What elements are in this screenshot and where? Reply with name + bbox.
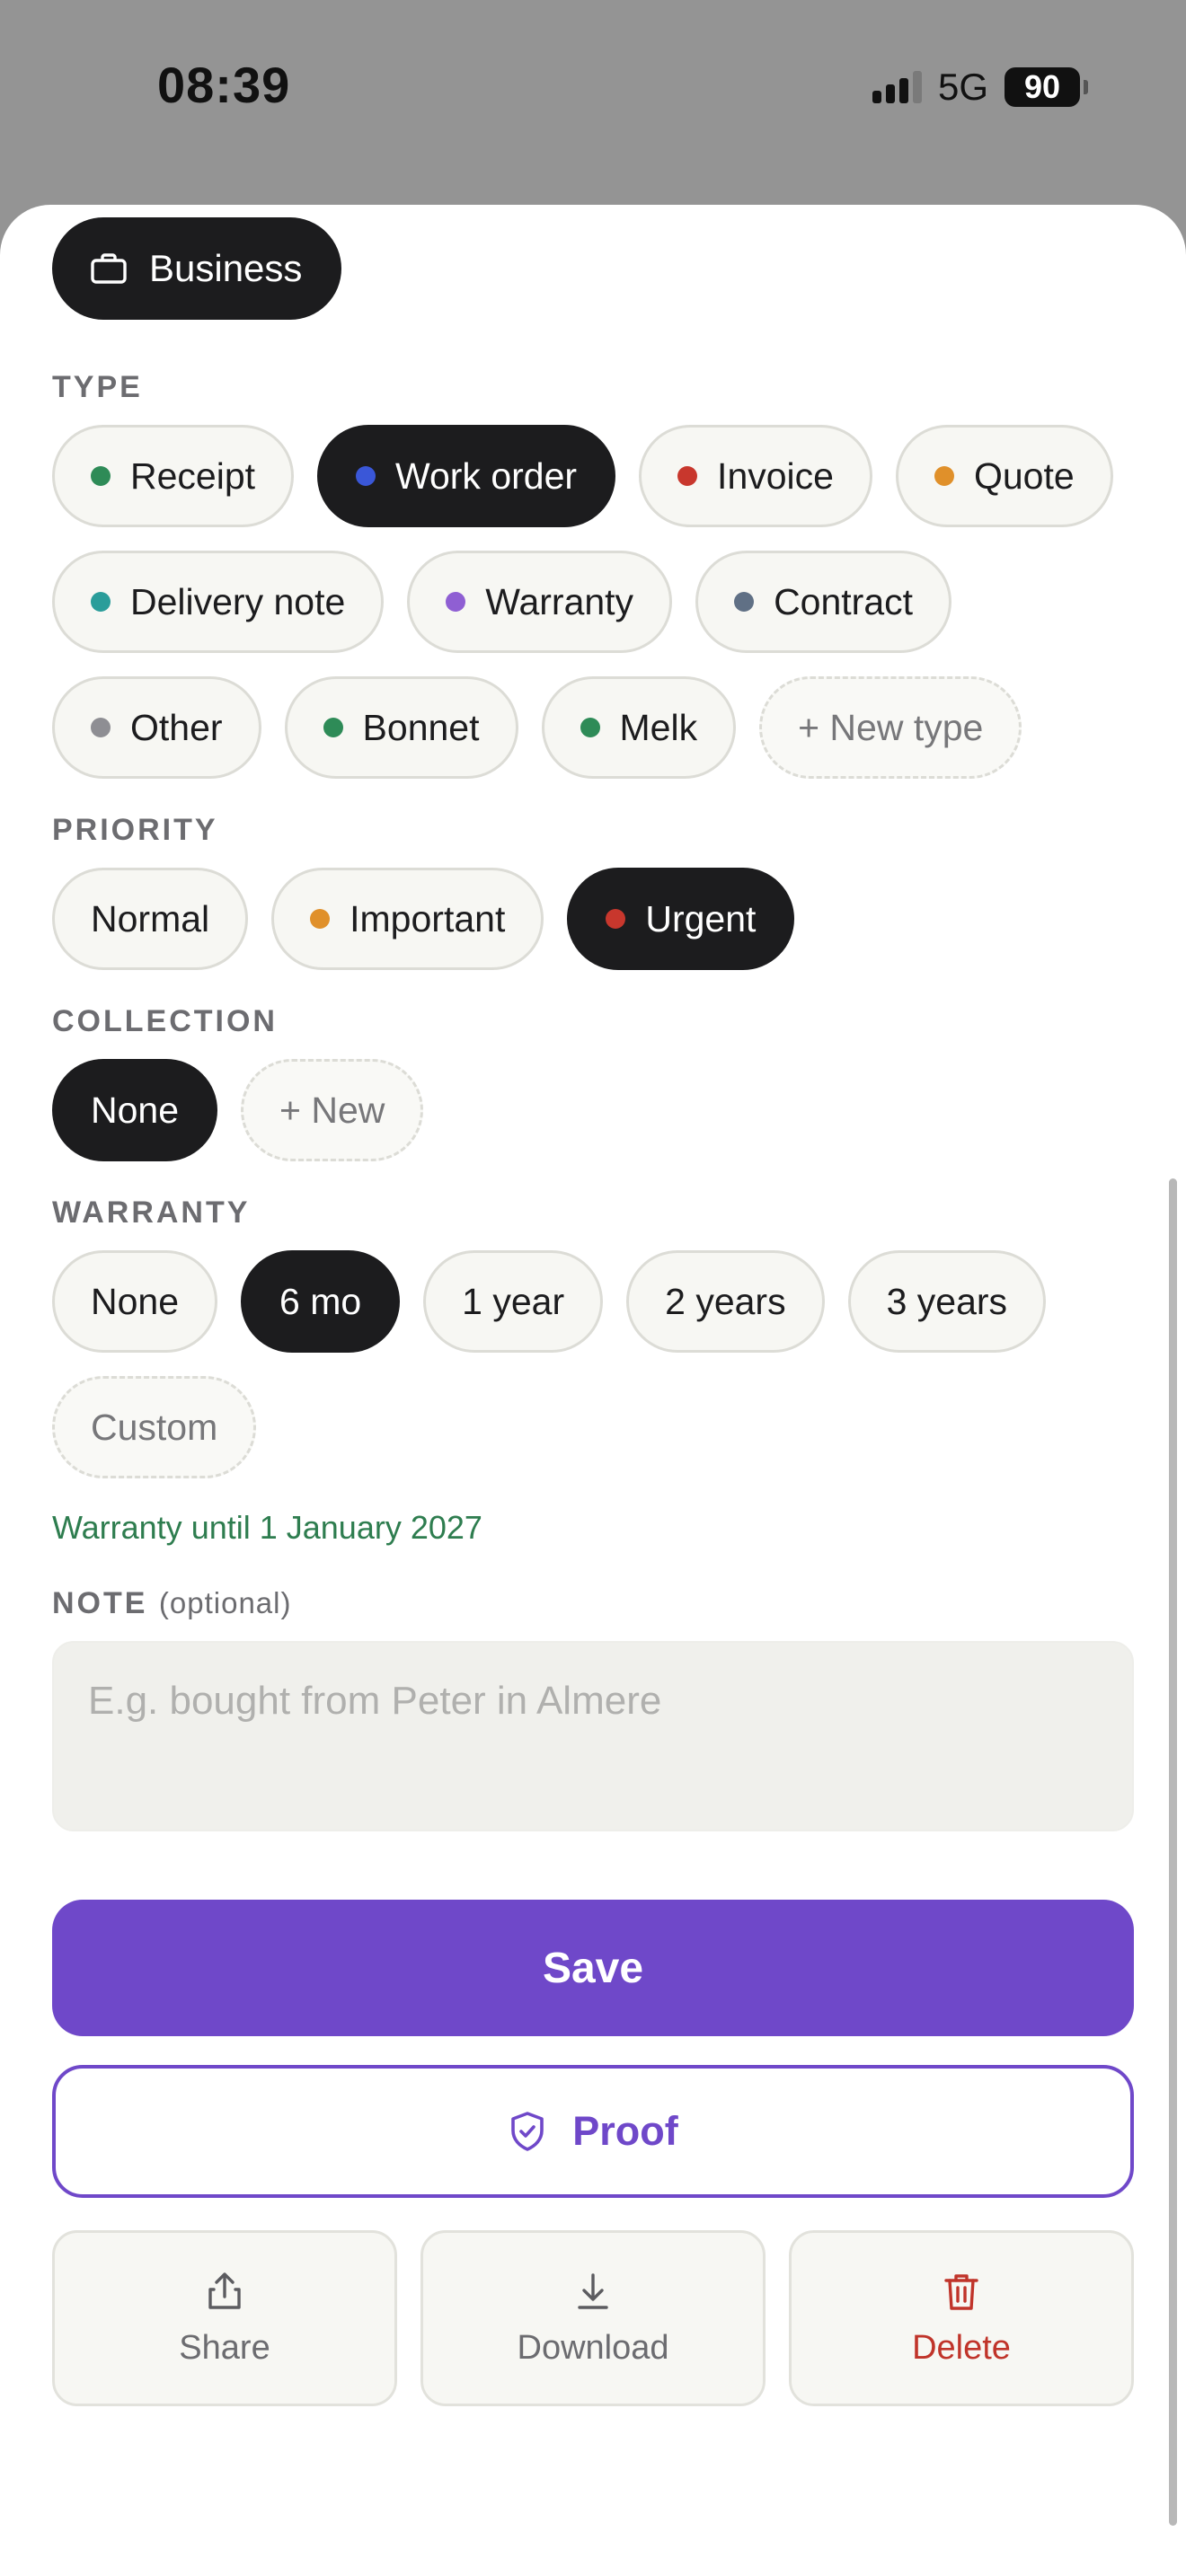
- network-type: 5G: [937, 66, 988, 108]
- warranty-chips: None 6 mo 1 year 2 years 3 years Custom: [52, 1250, 1134, 1478]
- type-color-dot: [91, 592, 111, 612]
- edit-document-sheet: Business TYPE Receipt Work order Invoice…: [0, 205, 1186, 2576]
- delete-button[interactable]: Delete: [789, 2230, 1134, 2406]
- share-icon: [208, 2272, 241, 2309]
- chip-label: 3 years: [886, 1280, 1008, 1322]
- note-field[interactable]: [52, 1641, 1134, 1831]
- collection-section-label: COLLECTION: [52, 1004, 278, 1038]
- note-label: NOTE: [52, 1586, 148, 1620]
- shield-check-icon: [511, 2112, 544, 2151]
- new-type-button[interactable]: + New type: [759, 676, 1022, 779]
- download-button[interactable]: Download: [420, 2230, 766, 2406]
- chip-label: Important: [350, 897, 506, 940]
- type-chip-invoice[interactable]: Invoice: [639, 425, 872, 527]
- note-input[interactable]: [88, 1679, 1098, 1724]
- warranty-chip-none[interactable]: None: [52, 1250, 218, 1353]
- warranty-chip-2-years[interactable]: 2 years: [626, 1250, 825, 1353]
- trash-icon: [944, 2273, 978, 2310]
- briefcase-icon: [91, 253, 127, 284]
- share-button[interactable]: Share: [52, 2230, 397, 2406]
- type-chip-melk[interactable]: Melk: [541, 676, 737, 779]
- chip-label: Normal: [91, 897, 210, 940]
- proof-label: Proof: [572, 2108, 678, 2154]
- share-label: Share: [179, 2328, 270, 2367]
- priority-chip-urgent[interactable]: Urgent: [567, 868, 795, 970]
- type-color-dot: [934, 466, 954, 486]
- chip-label: Other: [130, 706, 223, 748]
- proof-button[interactable]: Proof: [52, 2065, 1134, 2198]
- type-color-dot: [580, 718, 600, 737]
- new-collection-button[interactable]: + New: [241, 1059, 424, 1161]
- type-color-dot: [734, 592, 755, 612]
- scrollbar[interactable]: [1169, 1178, 1177, 2526]
- type-chip-work-order[interactable]: Work order: [317, 425, 616, 527]
- warranty-section-label: WARRANTY: [52, 1195, 251, 1230]
- type-color-dot: [677, 466, 698, 486]
- chip-label: 2 years: [665, 1280, 786, 1322]
- battery-level: 90: [1023, 68, 1061, 105]
- chip-label: Melk: [619, 706, 698, 748]
- chip-label: Contract: [774, 580, 914, 622]
- chip-label: Work order: [395, 454, 578, 497]
- type-chips: Receipt Work order Invoice Quote Deliver…: [52, 425, 1134, 779]
- download-icon: [578, 2272, 608, 2309]
- chip-label: Quote: [973, 454, 1075, 497]
- chip-label: 1 year: [462, 1280, 565, 1322]
- delete-label: Delete: [912, 2328, 1011, 2367]
- note-section-label: NOTE (optional): [52, 1586, 1134, 1621]
- sheet-content: Business TYPE Receipt Work order Invoice…: [52, 217, 1134, 2406]
- warranty-chip-6-mo[interactable]: 6 mo: [241, 1250, 401, 1353]
- action-row: Share Download Delete: [52, 2230, 1134, 2406]
- chip-label: Delivery note: [130, 580, 346, 622]
- chip-label: None: [91, 1280, 180, 1322]
- chip-label: Bonnet: [362, 706, 480, 748]
- status-indicators: 5G 90: [872, 65, 1088, 110]
- type-chip-quote[interactable]: Quote: [895, 425, 1113, 527]
- type-chip-warranty[interactable]: Warranty: [407, 551, 673, 653]
- type-color-dot: [356, 466, 376, 486]
- type-chip-contract[interactable]: Contract: [695, 551, 952, 653]
- warranty-until-text: Warranty until 1 January 2027: [52, 1509, 482, 1546]
- type-chip-delivery-note[interactable]: Delivery note: [52, 551, 385, 653]
- chip-label: Invoice: [717, 454, 834, 497]
- status-bar: 08:39 5G 90: [0, 0, 1186, 207]
- warranty-chip-1-year[interactable]: 1 year: [423, 1250, 604, 1353]
- type-color-dot: [323, 718, 343, 737]
- priority-chip-normal[interactable]: Normal: [52, 868, 249, 970]
- chip-label: None: [91, 1089, 180, 1131]
- priority-section-label: PRIORITY: [52, 813, 218, 847]
- type-color-dot: [446, 592, 466, 612]
- type-color-dot: [91, 718, 111, 737]
- collection-chips: None + New: [52, 1059, 1134, 1161]
- type-chip-bonnet[interactable]: Bonnet: [284, 676, 518, 779]
- chip-label: Receipt: [130, 454, 256, 497]
- chip-label: 6 mo: [279, 1280, 362, 1322]
- save-button[interactable]: Save: [52, 1900, 1134, 2036]
- download-label: Download: [517, 2328, 669, 2367]
- priority-color-dot: [606, 909, 626, 929]
- priority-chips: Normal Important Urgent: [52, 868, 1134, 970]
- category-label: Business: [149, 247, 303, 289]
- battery-icon: 90: [1005, 67, 1088, 107]
- collection-chip-none[interactable]: None: [52, 1059, 218, 1161]
- type-section-label: TYPE: [52, 370, 143, 404]
- note-optional-hint: (optional): [158, 1586, 292, 1619]
- status-time: 08:39: [157, 57, 291, 113]
- priority-chip-important[interactable]: Important: [271, 868, 544, 970]
- type-color-dot: [91, 466, 111, 486]
- cellular-signal-icon: [872, 71, 922, 103]
- chip-label: Warranty: [485, 580, 634, 622]
- category-chip-business[interactable]: Business: [52, 217, 342, 320]
- type-chip-receipt[interactable]: Receipt: [52, 425, 295, 527]
- priority-color-dot: [310, 909, 331, 929]
- warranty-chip-3-years[interactable]: 3 years: [847, 1250, 1047, 1353]
- warranty-custom-button[interactable]: Custom: [52, 1376, 257, 1478]
- type-chip-other[interactable]: Other: [52, 676, 261, 779]
- chip-label: Urgent: [645, 897, 757, 940]
